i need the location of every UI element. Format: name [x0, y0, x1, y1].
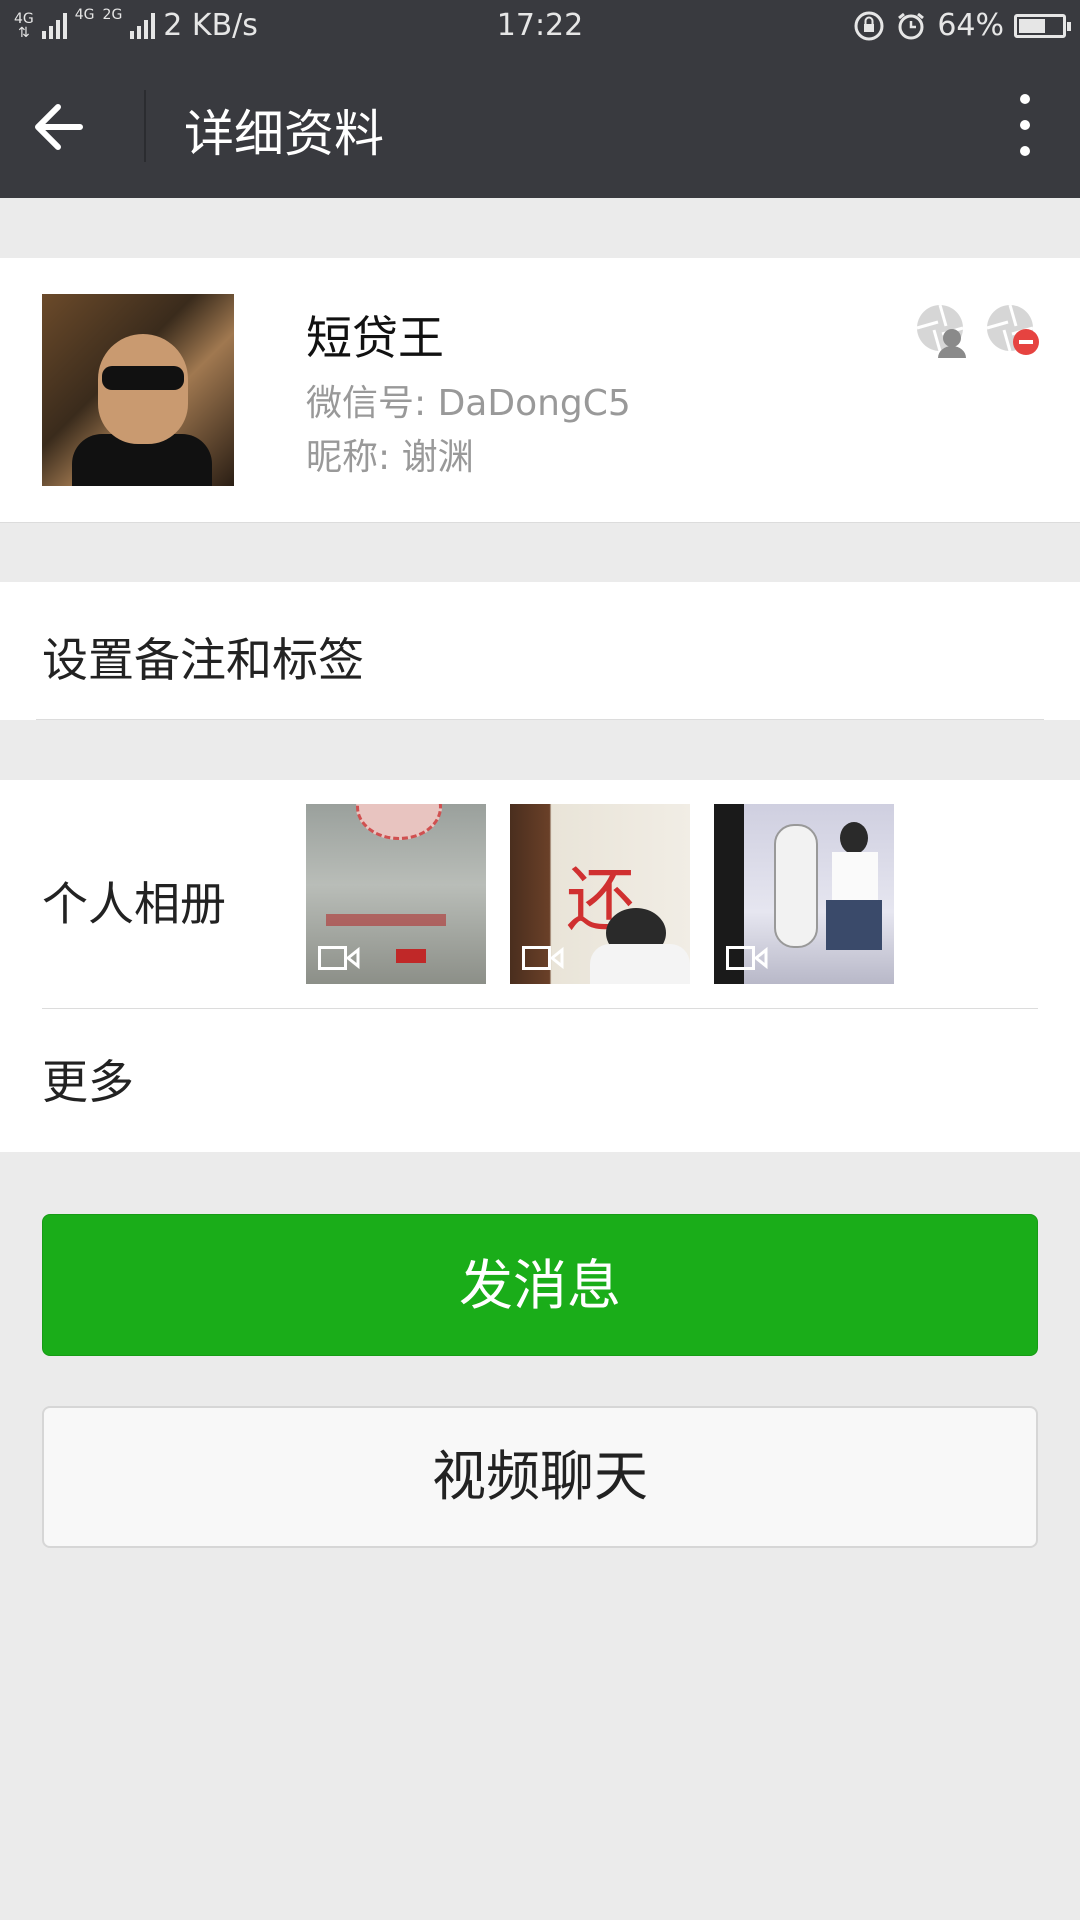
video-icon	[726, 946, 768, 970]
rotation-lock-icon	[854, 11, 884, 40]
wechat-id: 微信号: DaDongC5	[306, 383, 631, 424]
send-message-button[interactable]: 发消息	[42, 1214, 1038, 1356]
battery-percent: 64%	[937, 8, 1004, 43]
more-options-button[interactable]	[1010, 94, 1040, 160]
video-call-button[interactable]: 视频聊天	[42, 1406, 1038, 1548]
moments-blocked-icon[interactable]	[984, 302, 1040, 358]
row-divider	[36, 719, 1044, 720]
moments-permission-icon[interactable]	[914, 302, 970, 358]
remark-row[interactable]: 设置备注和标签	[0, 582, 1080, 720]
album-section: 个人相册 还 更多	[0, 780, 1080, 1152]
album-label: 个人相册	[42, 877, 226, 931]
status-bar: 4G ⇅ 4G 2G 2 KB/s 17:22 64%	[0, 0, 1080, 54]
page-title: 详细资料	[184, 105, 384, 163]
more-label: 更多	[42, 1055, 134, 1109]
remark-label: 设置备注和标签	[42, 633, 364, 687]
title-divider	[144, 90, 146, 162]
arrow-left-icon	[35, 104, 83, 150]
album-thumbnail[interactable]	[306, 804, 486, 984]
alarm-icon	[898, 12, 925, 39]
back-button[interactable]	[30, 92, 114, 162]
title-bar: 详细资料	[0, 54, 1080, 198]
album-row[interactable]: 个人相册 还	[0, 780, 1080, 1008]
profile-card[interactable]: 短贷王 微信号: DaDongC5 昵称: 谢渊	[0, 258, 1080, 523]
more-row[interactable]: 更多	[0, 1009, 1080, 1152]
video-icon	[522, 946, 564, 970]
nickname: 昵称: 谢渊	[306, 437, 474, 478]
status-right: 64%	[853, 8, 1071, 43]
more-vertical-icon	[1010, 94, 1040, 156]
album-thumbnail[interactable]	[714, 804, 894, 984]
album-thumbnail[interactable]: 还	[510, 804, 690, 984]
profile-name: 短贷王	[306, 311, 444, 365]
avatar[interactable]	[42, 294, 234, 486]
battery-icon	[1014, 13, 1071, 38]
video-icon	[318, 946, 360, 970]
